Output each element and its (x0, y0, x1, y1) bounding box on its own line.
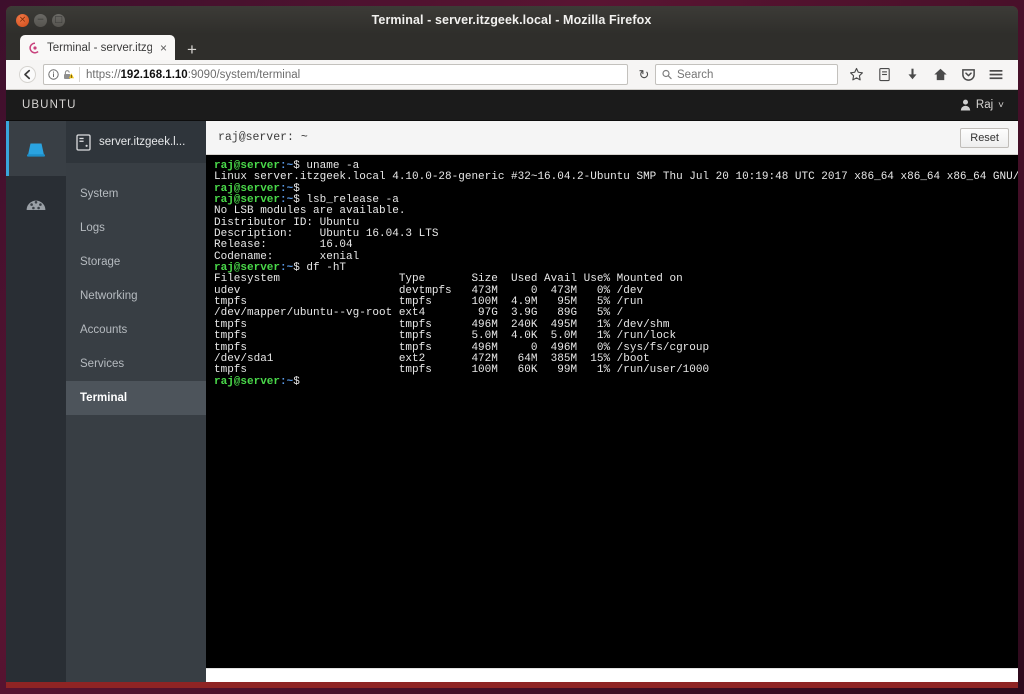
pocket-icon[interactable] (954, 63, 982, 87)
sidebar-item-label: Storage (80, 256, 120, 268)
dashboard-icon (23, 193, 49, 215)
sidebar-item-label: Accounts (80, 324, 127, 336)
sidebar-item-label: Networking (80, 290, 138, 302)
terminal-prompt-path: :~ (280, 194, 293, 206)
navigation-toolbar: https://192.168.1.10:9090/system/termina… (6, 60, 1018, 90)
terminal-command: $ df -hT (293, 262, 346, 274)
browser-window: × − □ Terminal - server.itzgeek.local - … (6, 6, 1018, 688)
cockpit-body: server.itzgeek.l... System Logs Storage … (6, 121, 1018, 682)
sidebar-host-name: server.itzgeek.l... (99, 136, 185, 148)
terminal-prompt-line: raj@server:~$ (214, 377, 1018, 388)
terminal-output-line: tmpfs tmpfs 100M 60K 99M 1% /run/user/10… (214, 365, 1018, 376)
terminal-header: raj@server: ~ Reset (206, 121, 1018, 155)
sidebar-item-services[interactable]: Services (66, 347, 206, 381)
sidebar-item-label: System (80, 188, 118, 200)
search-input[interactable] (677, 69, 831, 81)
chevron-down-icon: ˅ (998, 100, 1004, 111)
cockpit-favicon (29, 42, 41, 54)
downloads-icon[interactable] (898, 63, 926, 87)
terminal-prompt-path: :~ (280, 183, 293, 195)
terminal-command: $ uname -a (293, 160, 359, 172)
reset-button[interactable]: Reset (960, 128, 1009, 148)
cockpit-page: UBUNTU Raj ˅ (6, 90, 1018, 682)
sidebar-spacer (66, 163, 206, 177)
horizontal-scrollbar[interactable] (206, 668, 1018, 682)
url-bar[interactable]: https://192.168.1.10:9090/system/termina… (43, 64, 628, 85)
terminal-prompt-user: raj@server (214, 194, 280, 206)
sidebar-item-accounts[interactable]: Accounts (66, 313, 206, 347)
menu-icon[interactable] (982, 63, 1010, 87)
back-button[interactable] (14, 63, 40, 87)
page-info-icon (48, 69, 59, 80)
tab-strip: Terminal - server.itzge × + (6, 34, 1018, 60)
search-bar[interactable] (655, 64, 838, 85)
library-icon[interactable] (870, 63, 898, 87)
url-path: :9090/system/terminal (188, 69, 301, 81)
bookmark-star-icon[interactable] (842, 63, 870, 87)
window-controls: × − □ (6, 14, 65, 27)
url-host: 192.168.1.10 (121, 69, 188, 81)
terminal-prompt-user: raj@server (214, 376, 280, 388)
terminal-output[interactable]: raj@server:~$ uname -aLinux server.itzge… (206, 155, 1018, 682)
terminal-command: $ (293, 183, 300, 195)
rail-item-server[interactable] (6, 121, 66, 176)
reload-button[interactable]: ↻ (633, 64, 655, 85)
new-tab-button[interactable]: + (175, 41, 207, 60)
desktop-background: × − □ Terminal - server.itzgeek.local - … (0, 0, 1024, 694)
brand-label: UBUNTU (22, 99, 77, 111)
sidebar-host-row[interactable]: server.itzgeek.l... (66, 121, 206, 163)
window-minimize-button[interactable]: − (34, 14, 47, 27)
sidebar-item-logs[interactable]: Logs (66, 211, 206, 245)
sidebar-item-label: Terminal (80, 392, 127, 404)
sidebar-item-label: Logs (80, 222, 105, 234)
tab-close-icon[interactable]: × (158, 41, 169, 55)
sidebar-item-system[interactable]: System (66, 177, 206, 211)
terminal-prompt-user: raj@server (214, 160, 280, 172)
terminal-output-line: tmpfs tmpfs 5.0M 4.0K 5.0M 1% /run/lock (214, 331, 1018, 342)
cockpit-topbar: UBUNTU Raj ˅ (6, 90, 1018, 121)
terminal-prompt-user: raj@server (214, 183, 280, 195)
user-name: Raj (976, 99, 993, 111)
sidebar-item-terminal[interactable]: Terminal (66, 381, 206, 415)
url-prefix: https:// (86, 69, 121, 81)
terminal-title: raj@server: ~ (218, 131, 308, 144)
window-title: Terminal - server.itzgeek.local - Mozill… (65, 13, 958, 27)
terminal-panel: raj@server: ~ Reset raj@server:~$ uname … (206, 121, 1018, 682)
window-titlebar: × − □ Terminal - server.itzgeek.local - … (6, 6, 1018, 34)
user-menu-button[interactable]: Raj ˅ (960, 99, 1004, 111)
sidebar-item-label: Services (80, 358, 124, 370)
url-text: https://192.168.1.10:9090/system/termina… (86, 69, 300, 81)
sidebar-item-storage[interactable]: Storage (66, 245, 206, 279)
site-identity[interactable] (48, 67, 80, 82)
icon-rail (6, 121, 66, 682)
terminal-prompt-user: raj@server (214, 262, 280, 274)
terminal-output-line: Linux server.itzgeek.local 4.10.0-28-gen… (214, 172, 1018, 183)
insecure-lock-icon (62, 69, 74, 81)
sidebar-nav: server.itzgeek.l... System Logs Storage … (66, 121, 206, 682)
terminal-command: $ lsb_release -a (293, 194, 399, 206)
rail-item-dashboard[interactable] (6, 176, 66, 231)
scrollbar-thumb[interactable] (208, 669, 998, 682)
browser-tab[interactable]: Terminal - server.itzge × (20, 35, 175, 60)
host-server-icon (76, 134, 91, 151)
sidebar-item-networking[interactable]: Networking (66, 279, 206, 313)
tab-title: Terminal - server.itzge (47, 42, 152, 54)
window-close-button[interactable]: × (16, 14, 29, 27)
server-icon (23, 139, 49, 159)
terminal-command: $ (293, 376, 300, 388)
window-maximize-button[interactable]: □ (52, 14, 65, 27)
terminal-prompt-path: :~ (280, 160, 293, 172)
terminal-prompt-path: :~ (280, 262, 293, 274)
user-icon (960, 99, 971, 111)
terminal-prompt-path: :~ (280, 376, 293, 388)
home-icon[interactable] (926, 63, 954, 87)
search-icon (662, 69, 672, 80)
